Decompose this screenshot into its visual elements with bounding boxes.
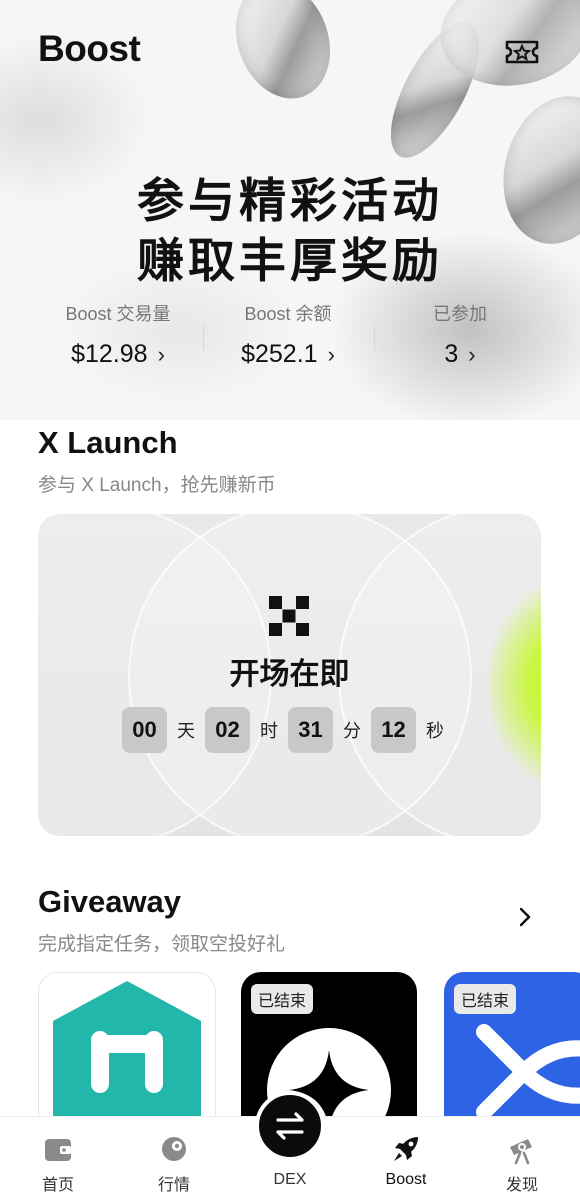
countdown-hours: 02 [205,707,250,753]
chevron-right-icon: › [468,342,476,367]
stat-label: Boost 交易量 [65,304,171,324]
stat-label: Boost 余额 [244,304,332,324]
x-launch-subtitle: 参与 X Launch，抢先赚新币 [38,475,276,496]
chevron-right-icon [519,907,531,927]
nav-item-discover[interactable]: 发现 [482,1117,562,1200]
stats-divider [203,326,204,350]
countdown-unit: 秒 [426,721,444,741]
nav-label: 行情 [157,1177,190,1194]
nav-label: 发现 [505,1177,538,1194]
countdown-seconds: 12 [371,707,416,753]
status-badge: 已结束 [454,984,517,1014]
countdown-minutes: 31 [288,707,333,753]
giveaway-title: Giveaway [38,884,182,919]
x-launch-card[interactable]: 开场在即 00 天 02 时 31 分 12 秒 [38,514,541,836]
nav-label: 首页 [41,1177,74,1194]
hero-headline-line1: 参与精彩活动 [137,174,443,227]
hero-headline-line2: 赚取丰厚奖励 [137,234,443,287]
x-launch-title: X Launch [38,425,178,460]
stat-value: 3 [444,340,459,368]
ticket-button[interactable] [504,38,540,66]
giveaway-more-button[interactable] [514,904,536,930]
stats-row: Boost 交易量 $12.98 › Boost 余额 $252.1 › 已参加 3… [0,300,580,380]
top-bar: Boost [0,0,580,100]
stat-value: $12.98 [71,340,148,368]
countdown-days: 00 [122,707,167,753]
swap-icon [276,1112,304,1140]
ticket-icon [505,40,539,64]
dex-swap-button[interactable] [255,1091,325,1161]
nav-item-market[interactable]: 行情 [134,1117,214,1200]
giveaway-subtitle: 完成指定任务，领取空投好礼 [38,934,286,955]
chevron-right-icon: › [157,342,165,367]
stat-label: 已参加 [433,304,487,324]
stat-value: $252.1 [241,340,318,368]
countdown-unit: 天 [177,721,195,741]
nav-item-home[interactable]: 首页 [18,1117,98,1200]
chevron-right-icon: › [327,342,335,367]
okx-logo-icon [269,596,309,636]
telescope-icon [510,1139,532,1165]
stat-boost-balance[interactable]: Boost 余额 $252.1 › [193,300,383,369]
status-badge: 已结束 [251,984,314,1014]
countdown-timer: 00 天 02 时 31 分 12 秒 [122,707,454,753]
launch-status: 开场在即 [229,658,350,691]
stats-divider [374,326,375,350]
stat-boost-volume[interactable]: Boost 交易量 $12.98 › [23,300,213,369]
countdown-unit: 分 [343,721,361,741]
rocket-icon [394,1137,418,1161]
nav-item-boost[interactable]: Boost [366,1117,446,1200]
stat-joined[interactable]: 已参加 3 › [365,300,555,369]
page-title: Boost [38,28,141,69]
nav-label: DEX [273,1171,307,1188]
nav-label: Boost [385,1171,427,1188]
countdown-unit: 时 [260,721,278,741]
market-icon [162,1137,186,1161]
wallet-icon [45,1139,71,1161]
